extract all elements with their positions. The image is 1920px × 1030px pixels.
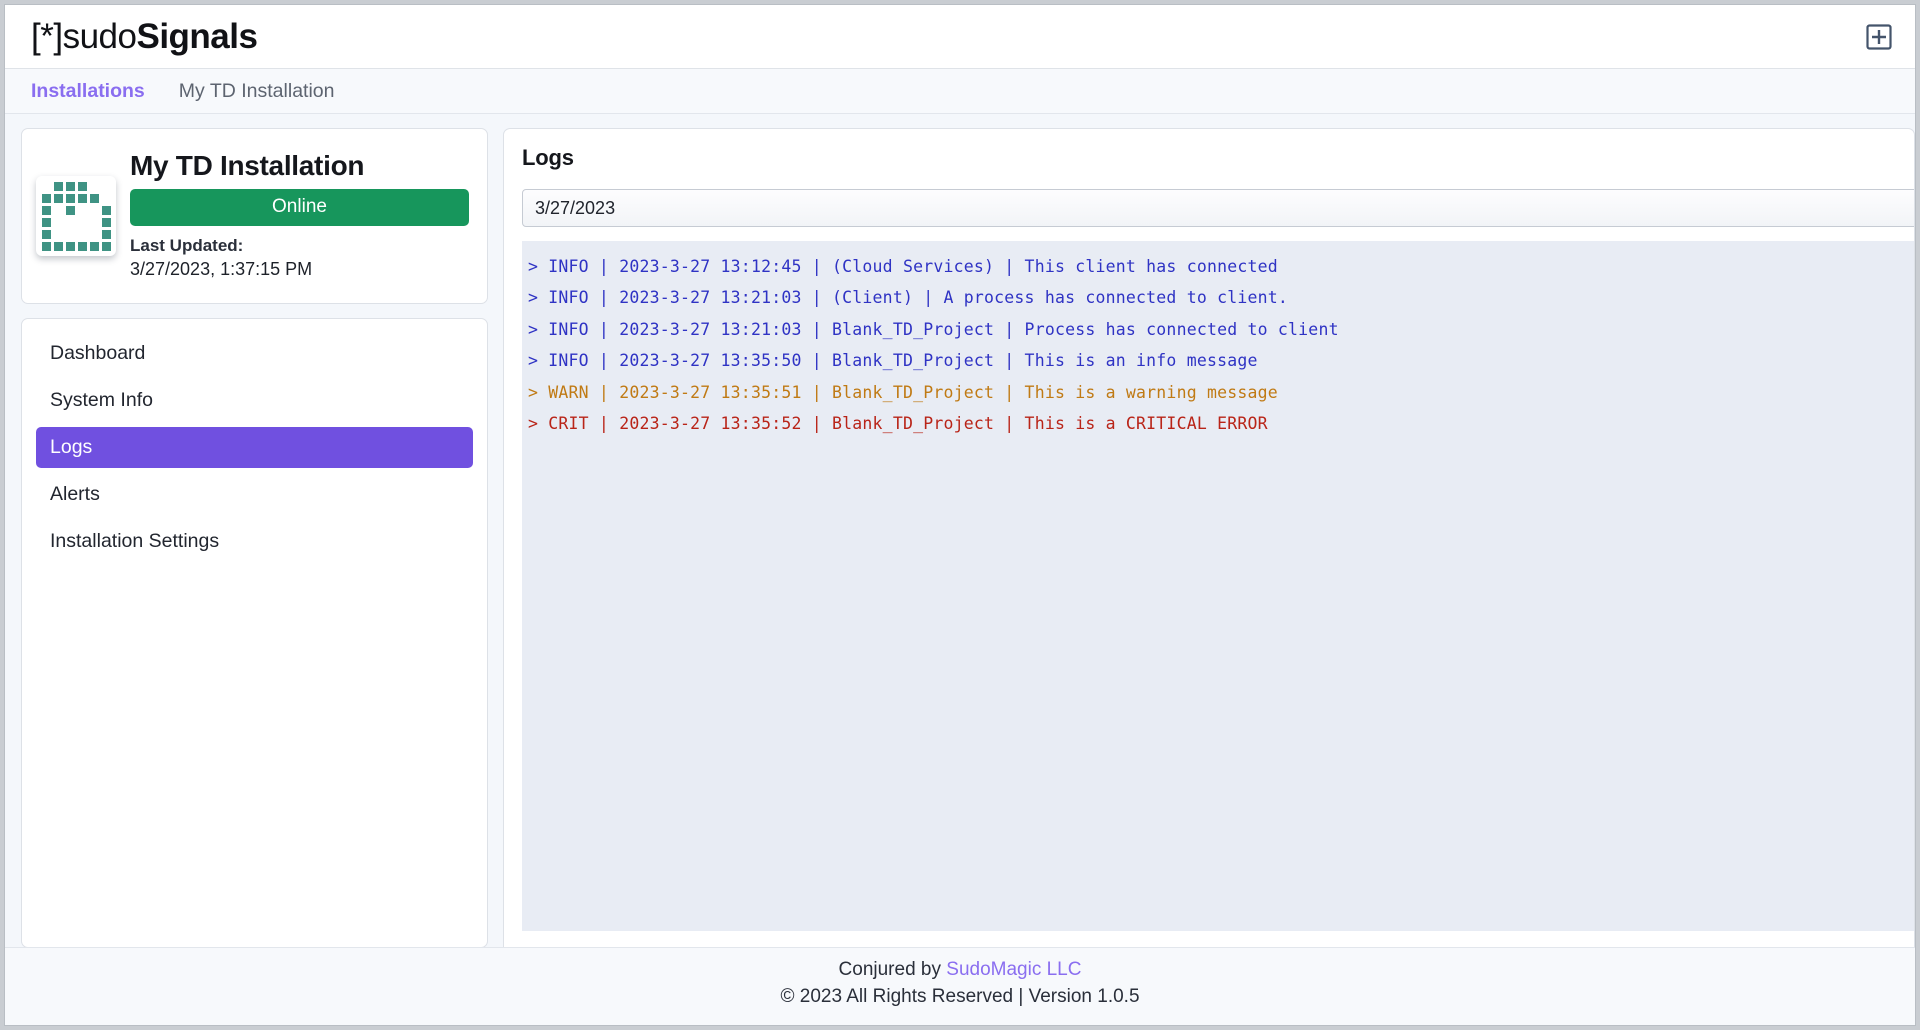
log-entry: > INFO | 2023-3-27 13:12:45 | (Cloud Ser… bbox=[528, 256, 1278, 276]
footer-company-link[interactable]: SudoMagic LLC bbox=[946, 959, 1081, 980]
log-entry: > CRIT | 2023-3-27 13:35:52 | Blank_TD_P… bbox=[528, 414, 1268, 433]
installation-info: My TD Installation Online Last Updated: … bbox=[130, 150, 469, 281]
top-bar: [*] sudo Signals bbox=[5, 5, 1915, 69]
footer-copyright: © 2023 All Rights Reserved | Version 1.0… bbox=[780, 985, 1140, 1007]
last-updated-value: 3/27/2023, 1:37:15 PM bbox=[130, 258, 313, 279]
log-entry: > INFO | 2023-3-27 13:21:03 | (Client) |… bbox=[528, 288, 1289, 307]
footer-credit-prefix: Conjured by bbox=[838, 959, 947, 980]
logo-signals-text: Signals bbox=[136, 16, 258, 56]
last-updated-label: Last Updated: bbox=[130, 236, 244, 256]
app-logo: [*] sudo Signals bbox=[31, 16, 258, 57]
sidebar-item-system-info[interactable]: System Info bbox=[36, 380, 473, 421]
sidebar-item-installation-settings[interactable]: Installation Settings bbox=[36, 521, 473, 562]
add-square-icon bbox=[1866, 23, 1892, 50]
page-title: Logs bbox=[522, 145, 574, 170]
touchdesigner-logo-icon bbox=[36, 176, 116, 256]
log-entry: > INFO | 2023-3-27 13:35:50 | Blank_TD_P… bbox=[528, 351, 1258, 370]
breadcrumb-item-installations[interactable]: Installations bbox=[31, 80, 145, 103]
app-window: [*] sudo Signals Installations My TD Insta… bbox=[4, 4, 1916, 1026]
logs-panel: Logs 3/27/2023 > INFO | 2023-3-27 13:12:… bbox=[503, 128, 1915, 958]
log-entry: > INFO | 2023-3-27 13:21:03 | Blank_TD_P… bbox=[528, 319, 1339, 339]
footer-credit: Conjured by SudoMagic LLC bbox=[5, 957, 1915, 984]
footer: Conjured by SudoMagic LLC © 2023 All Rig… bbox=[5, 947, 1915, 1025]
add-installation-button[interactable] bbox=[1865, 23, 1893, 51]
sidebar-item-dashboard[interactable]: Dashboard bbox=[36, 333, 473, 374]
left-column: My TD Installation Online Last Updated: … bbox=[21, 128, 488, 948]
touchdesigner-pixel-grid bbox=[41, 181, 111, 251]
logo-sudo-text: sudo bbox=[62, 16, 137, 56]
main-content: My TD Installation Online Last Updated: … bbox=[5, 114, 1915, 974]
installation-summary-card: My TD Installation Online Last Updated: … bbox=[21, 128, 488, 304]
log-entry: > WARN | 2023-3-27 13:35:51 | Blank_TD_P… bbox=[528, 382, 1278, 402]
sidebar-menu: Dashboard System Info Logs Alerts Instal… bbox=[21, 318, 488, 948]
sidebar-item-logs[interactable]: Logs bbox=[36, 427, 473, 468]
log-date-select[interactable]: 3/27/2023 bbox=[522, 189, 1914, 227]
breadcrumb-item-my-td-installation[interactable]: My TD Installation bbox=[179, 80, 335, 103]
sidebar-item-alerts[interactable]: Alerts bbox=[36, 474, 473, 515]
breadcrumb: Installations My TD Installation bbox=[5, 69, 1915, 114]
log-output[interactable]: > INFO | 2023-3-27 13:12:45 | (Cloud Ser… bbox=[522, 241, 1914, 931]
logo-bracket-mark: [*] bbox=[31, 16, 63, 56]
status-badge[interactable]: Online bbox=[130, 189, 469, 227]
installation-name: My TD Installation bbox=[130, 150, 365, 182]
